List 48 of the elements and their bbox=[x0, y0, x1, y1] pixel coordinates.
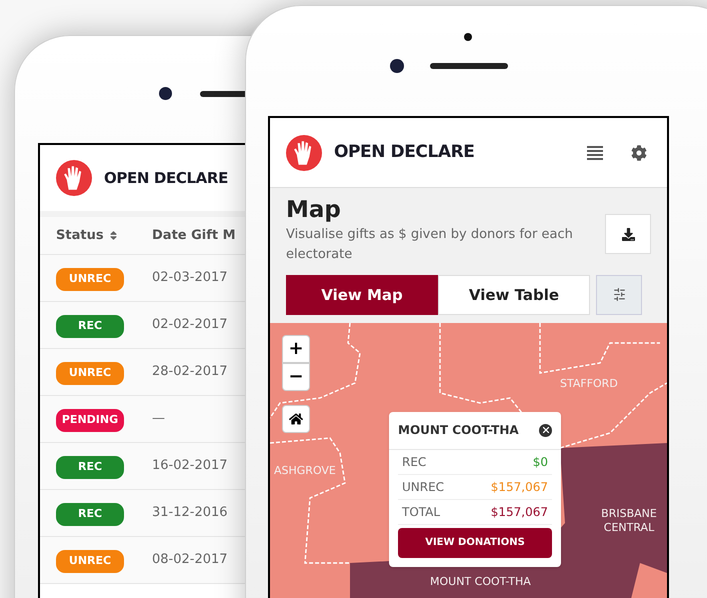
date-cell-text: — bbox=[152, 410, 165, 428]
view-tab[interactable]: View Map bbox=[286, 274, 438, 315]
status-badge: PENDING bbox=[56, 409, 124, 432]
sliders-icon bbox=[612, 288, 626, 302]
date-cell-text: 28-02-2017 bbox=[152, 363, 228, 382]
popup-label: UNREC bbox=[402, 478, 444, 496]
popup-value: $0 bbox=[532, 454, 548, 471]
column-header: Date Gift M bbox=[152, 226, 236, 245]
sort-icon[interactable] bbox=[108, 230, 119, 241]
download-button[interactable] bbox=[605, 214, 651, 254]
close-icon[interactable] bbox=[539, 424, 552, 437]
view-donations-button[interactable]: VIEW DONATIONS bbox=[398, 528, 552, 558]
popup-label: TOTAL bbox=[402, 504, 440, 521]
zoom-out-button[interactable]: − bbox=[282, 362, 310, 391]
list-icon[interactable] bbox=[587, 146, 603, 160]
date-cell-text: 16-02-2017 bbox=[152, 457, 228, 476]
home-icon bbox=[289, 412, 303, 426]
map-label: MOUNT COOT-THA bbox=[430, 574, 531, 588]
popup-value: $157,067 bbox=[490, 504, 548, 521]
date-cell-text: 02-02-2017 bbox=[152, 316, 228, 334]
page-subtitle: Visualise gifts as $ given by donors for each electorate bbox=[286, 226, 574, 264]
map-label: BRISBANE CENTRAL bbox=[600, 506, 658, 534]
speaker-icon bbox=[430, 63, 508, 69]
map-label: ASHGROVE bbox=[274, 464, 336, 478]
status-badge: REC bbox=[56, 503, 124, 526]
column-header: Status bbox=[56, 226, 104, 245]
view-tab[interactable]: View Table bbox=[438, 274, 590, 315]
settings-icon[interactable] bbox=[631, 144, 647, 160]
status-badge: UNREC bbox=[56, 268, 124, 291]
popup-label: REC bbox=[402, 454, 426, 471]
status-badge: UNREC bbox=[56, 550, 124, 573]
date-cell-text: 02-03-2017 bbox=[152, 269, 228, 288]
date-cell-text: 08-02-2017 bbox=[152, 551, 228, 570]
download-icon bbox=[622, 228, 634, 240]
hand-logo-icon bbox=[56, 160, 92, 196]
date-cell-text: 31-12-2016 bbox=[152, 504, 228, 522]
popup-value: $157,067 bbox=[490, 478, 548, 496]
map-label: STAFFORD bbox=[560, 376, 618, 390]
zoom-in-button[interactable]: + bbox=[282, 334, 310, 363]
brand-name: OPEN DECLARE bbox=[334, 140, 474, 164]
popup-title: MOUNT COOT-THA bbox=[398, 422, 519, 440]
status-badge: REC bbox=[56, 456, 124, 479]
home-button[interactable] bbox=[282, 404, 310, 433]
brand-name: OPEN DECLARE bbox=[104, 168, 228, 189]
status-badge: REC bbox=[56, 315, 124, 338]
hand-logo-icon bbox=[286, 134, 322, 170]
page-title: Map bbox=[286, 196, 342, 225]
status-badge: UNREC bbox=[56, 362, 124, 385]
